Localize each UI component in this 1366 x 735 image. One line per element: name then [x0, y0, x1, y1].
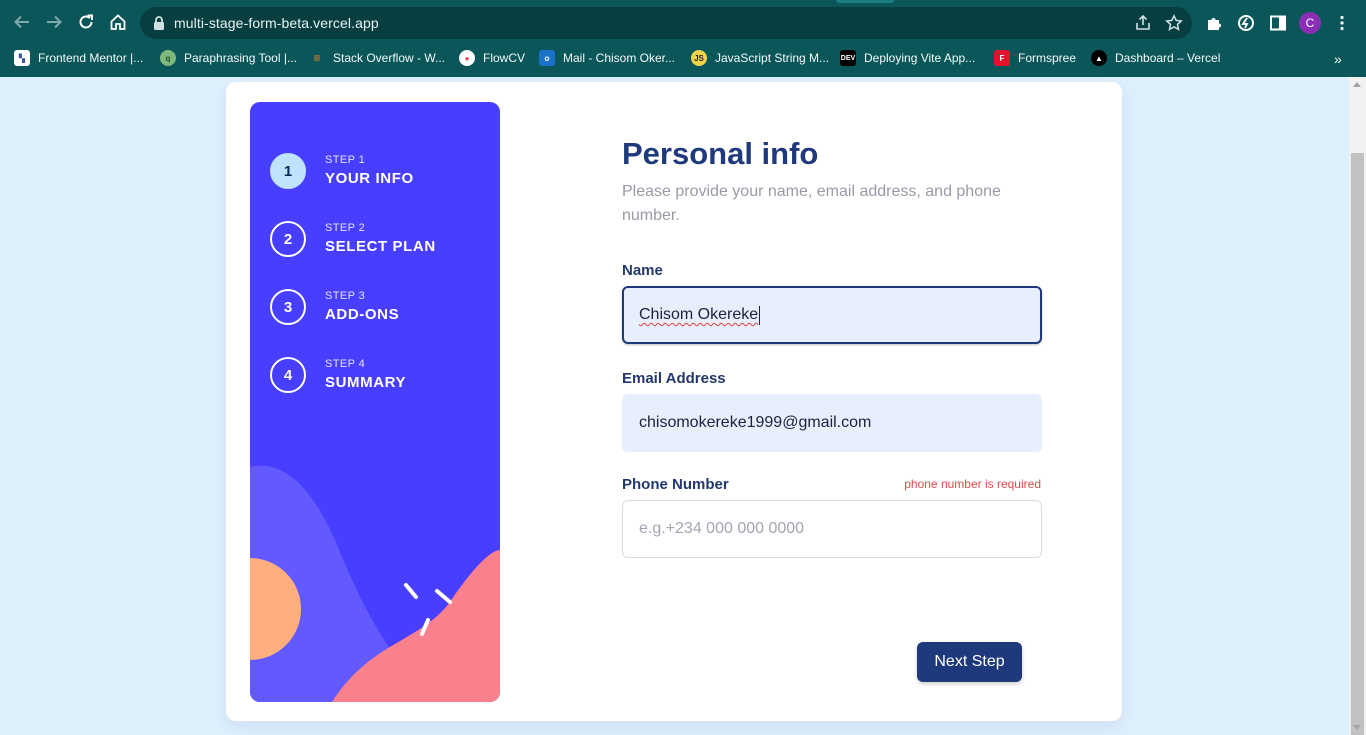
bookmark-javascript-string[interactable]: JS JavaScript String M...	[691, 49, 829, 67]
browser-toolbar: multi-stage-form-beta.vercel.app C	[0, 0, 1366, 45]
scroll-down-icon[interactable]	[1353, 725, 1361, 730]
step-add-ons[interactable]: 3 STEP 3 ADD-ONS	[270, 288, 490, 326]
bookmarks-overflow-icon[interactable]: »	[1334, 51, 1342, 67]
step-title: ADD-ONS	[325, 306, 400, 323]
email-label: Email Address	[622, 370, 726, 387]
bookmark-star-icon[interactable]	[1165, 14, 1183, 32]
page-scrollbar[interactable]	[1349, 77, 1366, 735]
step-title: SELECT PLAN	[325, 238, 436, 255]
bookmark-label: Paraphrasing Tool |...	[184, 51, 297, 65]
bookmark-label: FlowCV	[483, 51, 526, 65]
name-field[interactable]: Chisom Okereke	[622, 286, 1042, 344]
bookmark-flowcv[interactable]: ● FlowCV	[459, 49, 525, 67]
steps-sidebar: 1 STEP 1 YOUR INFO 2 STEP 2 SELECT PLAN …	[250, 102, 500, 702]
bookmark-label: JavaScript String M...	[715, 51, 830, 65]
address-bar[interactable]: multi-stage-form-beta.vercel.app	[140, 7, 1192, 39]
outlook-icon: o	[539, 50, 555, 66]
vercel-icon: ▲	[1091, 50, 1107, 66]
profile-avatar[interactable]: C	[1299, 12, 1321, 34]
bookmarks-bar: ▚ Frontend Mentor |... q Paraphrasing To…	[0, 45, 1366, 71]
frontend-mentor-icon: ▚	[14, 50, 30, 66]
page-subtitle: Please provide your name, email address,…	[622, 183, 1001, 224]
share-icon[interactable]	[1134, 14, 1152, 32]
scrollbar-thumb[interactable]	[1351, 153, 1364, 735]
browser-chrome: multi-stage-form-beta.vercel.app C ▚ Fro…	[0, 0, 1366, 77]
bookmark-formspree[interactable]: F Formspree	[994, 49, 1076, 67]
quillbot-icon: q	[160, 50, 176, 66]
dev-icon: DEV	[840, 50, 856, 66]
js-icon: JS	[691, 50, 707, 66]
step-caption: STEP 4	[325, 358, 366, 370]
phone-label: Phone Number	[622, 476, 729, 493]
browser-menu-icon[interactable]	[1332, 13, 1352, 33]
bookmark-paraphrasing-tool[interactable]: q Paraphrasing Tool |...	[160, 49, 297, 67]
bookmark-label: Dashboard – Vercel	[1115, 51, 1221, 65]
bookmark-label: Formspree	[1018, 51, 1077, 65]
step-select-plan[interactable]: 2 STEP 2 SELECT PLAN	[270, 220, 490, 258]
flowcv-icon: ●	[459, 50, 475, 66]
bookmark-label: Stack Overflow - W...	[333, 51, 446, 65]
bookmark-label: Deploying Vite App...	[864, 51, 976, 65]
step-number: 3	[270, 289, 306, 325]
email-field-value: chisomokereke1999@gmail.com	[639, 414, 872, 431]
side-panel-icon[interactable]	[1268, 13, 1288, 33]
step-number: 2	[270, 221, 306, 257]
step-summary[interactable]: 4 STEP 4 SUMMARY	[270, 356, 490, 394]
step-title: YOUR INFO	[325, 170, 414, 187]
next-step-button[interactable]: Next Step	[917, 642, 1022, 682]
bookmark-mail[interactable]: o Mail - Chisom Oker...	[539, 49, 675, 67]
phone-field[interactable]: e.g.+234 000 000 0000	[622, 500, 1042, 558]
forward-icon[interactable]	[43, 11, 65, 33]
sidebar-background-illustration	[250, 465, 500, 702]
page-title: Personal info	[622, 136, 819, 171]
text-caret	[759, 305, 761, 325]
name-field-value: Chisom Okereke	[639, 306, 759, 323]
bookmark-deploying-vite[interactable]: DEV Deploying Vite App...	[840, 49, 975, 67]
phone-field-placeholder: e.g.+234 000 000 0000	[639, 520, 805, 537]
extensions-icon[interactable]	[1204, 13, 1224, 33]
bookmark-frontend-mentor[interactable]: ▚ Frontend Mentor |...	[14, 49, 143, 67]
bookmark-label: Mail - Chisom Oker...	[563, 51, 676, 65]
scroll-up-icon[interactable]	[1353, 82, 1361, 87]
stackoverflow-icon: ≡	[313, 51, 321, 65]
phone-error-message: phone number is required	[904, 477, 1041, 491]
home-icon[interactable]	[107, 11, 129, 33]
reload-icon[interactable]	[75, 11, 97, 33]
step-caption: STEP 1	[325, 154, 366, 166]
bookmark-stack-overflow[interactable]: ≡ Stack Overflow - W...	[309, 49, 445, 67]
step-title: SUMMARY	[325, 374, 407, 391]
form-card: 1 STEP 1 YOUR INFO 2 STEP 2 SELECT PLAN …	[226, 82, 1122, 721]
step-number: 1	[270, 153, 306, 189]
step-your-info[interactable]: 1 STEP 1 YOUR INFO	[270, 152, 490, 190]
formspree-icon: F	[994, 50, 1010, 66]
bookmark-label: Frontend Mentor |...	[38, 51, 144, 65]
step-number: 4	[270, 357, 306, 393]
back-icon[interactable]	[11, 11, 33, 33]
name-label: Name	[622, 262, 663, 279]
bookmark-vercel-dashboard[interactable]: ▲ Dashboard – Vercel	[1091, 49, 1220, 67]
step-caption: STEP 3	[325, 290, 366, 302]
email-field[interactable]: chisomokereke1999@gmail.com	[622, 394, 1042, 452]
url-text: multi-stage-form-beta.vercel.app	[174, 15, 379, 31]
step-caption: STEP 2	[325, 222, 366, 234]
lock-icon	[154, 16, 164, 30]
extension-app-icon[interactable]	[1236, 13, 1256, 33]
